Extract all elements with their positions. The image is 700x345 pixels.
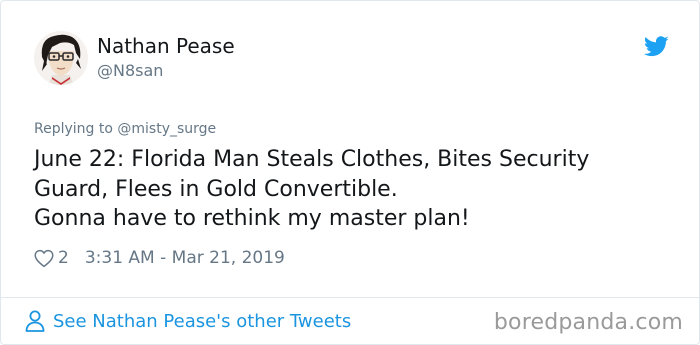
- tweet-meta: 2 3:31 AM - Mar 21, 2019: [34, 247, 285, 269]
- tweet-text-line: June 22: Florida Man Steals Clothes, Bit…: [34, 147, 590, 172]
- twitter-bird-icon[interactable]: [643, 36, 669, 57]
- tweet-text: June 22: Florida Man Steals Clothes, Bit…: [34, 145, 674, 234]
- tweet-card: Nathan Pease @N8san Replying to @misty_s…: [0, 0, 700, 345]
- footer-divider: [1, 297, 699, 298]
- tweet-text-line: Gonna have to rethink my master plan!: [34, 206, 470, 231]
- author-handle[interactable]: @N8san: [97, 61, 163, 80]
- see-other-tweets-link[interactable]: See Nathan Pease's other Tweets: [25, 310, 351, 332]
- tweet-text-line: Guard, Flees in Gold Convertible.: [34, 176, 398, 202]
- author-avatar[interactable]: [34, 31, 88, 85]
- see-other-tweets-label: See Nathan Pease's other Tweets: [53, 310, 352, 332]
- heart-icon[interactable]: [34, 249, 54, 268]
- author-name[interactable]: Nathan Pease: [97, 34, 235, 58]
- person-icon: [25, 310, 45, 332]
- tweet-timestamp[interactable]: 3:31 AM - Mar 21, 2019: [85, 248, 285, 268]
- replying-to-context[interactable]: Replying to @misty_surge: [34, 121, 216, 137]
- site-watermark: boredpanda.com: [493, 310, 683, 335]
- like-count[interactable]: 2: [58, 248, 69, 268]
